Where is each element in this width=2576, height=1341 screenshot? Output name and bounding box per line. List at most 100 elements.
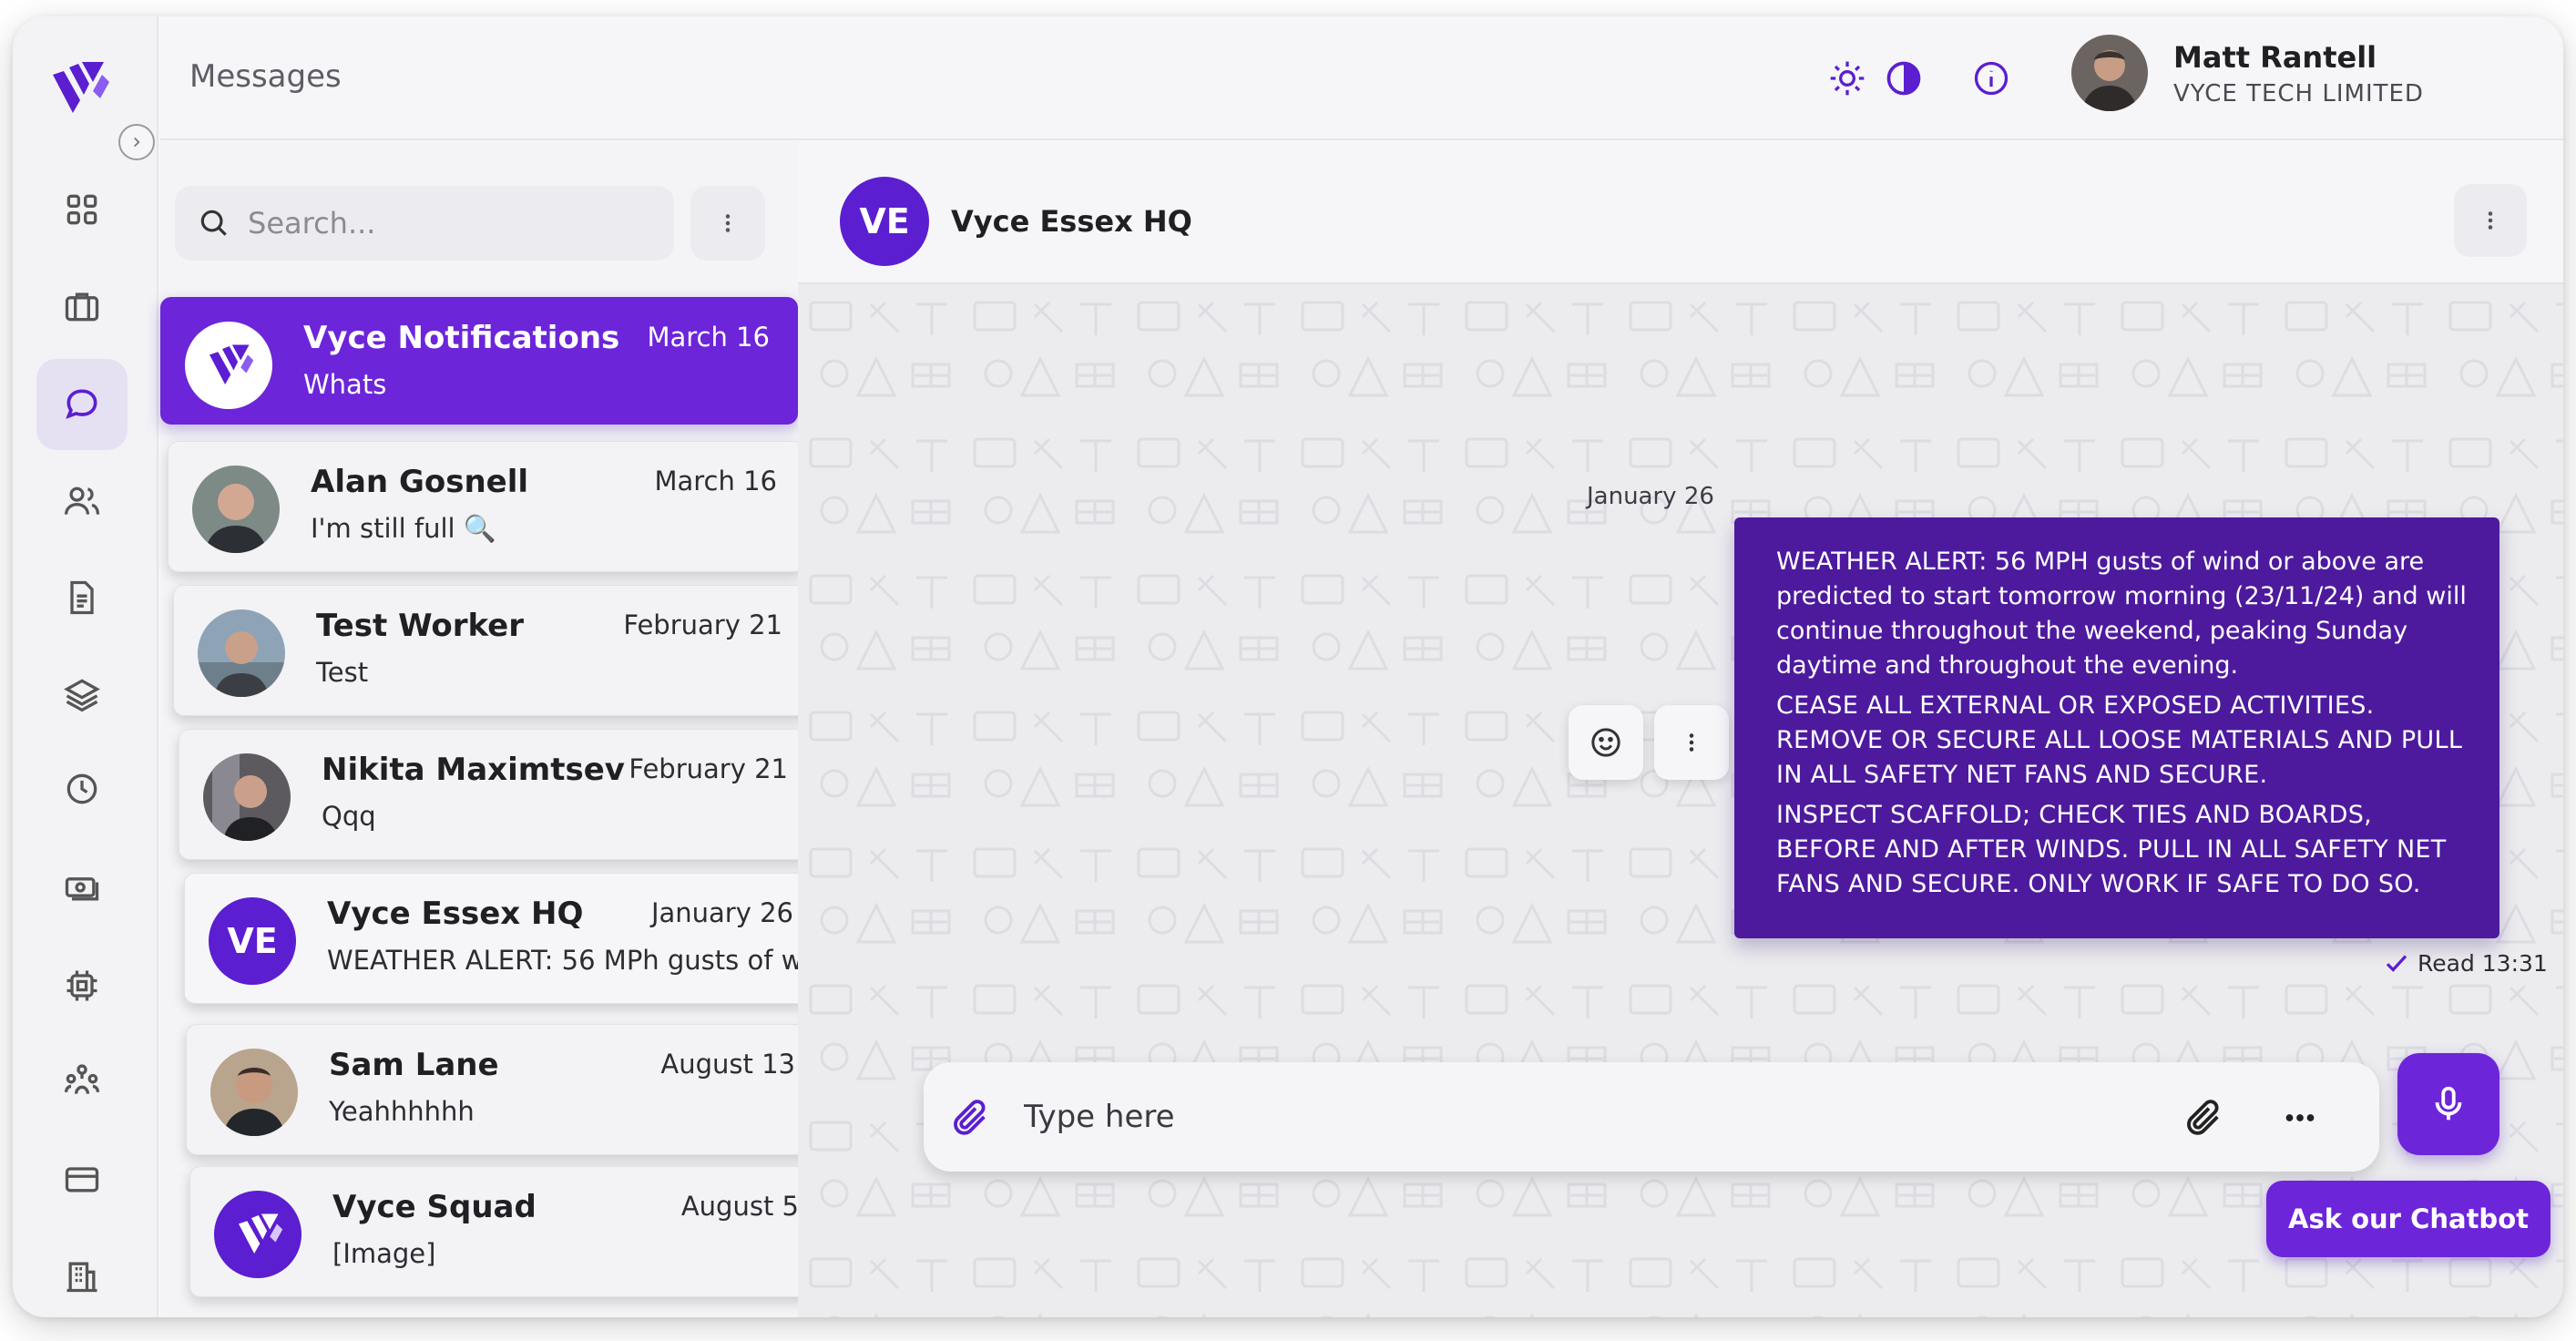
paperclip-icon	[954, 1100, 986, 1135]
sidebar-item-jobs[interactable]	[36, 261, 128, 352]
message-composer	[924, 1062, 2379, 1172]
cash-icon	[65, 877, 99, 901]
react-button[interactable]	[1569, 705, 1643, 780]
conversation-preview: I'm still full 🔍	[311, 513, 496, 544]
conversation-preview: Test	[316, 657, 369, 688]
chat-title: Vyce Essex HQ	[951, 204, 1192, 239]
page-title: Messages	[189, 58, 342, 95]
chat-bubble-icon	[66, 389, 97, 419]
conversation-avatar	[214, 1191, 302, 1278]
sidebar-item-integrations[interactable]	[36, 940, 128, 1031]
info-icon	[1974, 61, 2009, 96]
conversation-item[interactable]: Vyce Squad [Image] August 5	[189, 1166, 827, 1297]
user-avatar[interactable]	[2071, 35, 2148, 111]
clock-icon	[66, 773, 97, 804]
message-paragraph: INSPECT SCAFFOLD; CHECK TIES AND BOARDS,…	[1776, 801, 2447, 898]
document-icon	[70, 580, 94, 615]
message-bubble[interactable]: WEATHER ALERT: 56 MPH gusts of wind or a…	[1734, 517, 2499, 938]
conversation-avatar	[192, 466, 280, 553]
message-paragraph: WEATHER ALERT: 56 MPH gusts of wind or a…	[1776, 548, 2467, 680]
search-input[interactable]	[248, 206, 630, 241]
message-input[interactable]	[1024, 1093, 2117, 1141]
attach-file-button[interactable]	[2181, 1095, 2226, 1141]
sidebar-item-team[interactable]	[36, 456, 128, 547]
sidebar-item-billing[interactable]	[36, 1133, 128, 1224]
read-status-text: Read 13:31	[2418, 949, 2548, 977]
more-options-button[interactable]	[2277, 1095, 2323, 1141]
conversation-preview: WEATHER ALERT: 56 MPh gusts of wi...	[327, 945, 801, 976]
conversation-date: February 21	[623, 609, 782, 640]
conversation-avatar	[198, 609, 285, 697]
sidebar-item-company[interactable]	[36, 1230, 128, 1317]
message-paragraph: CEASE ALL EXTERNAL OR EXPOSED ACTIVITIES…	[1776, 691, 2463, 789]
read-receipt: Read 13:31	[2383, 949, 2548, 977]
attach-button[interactable]	[947, 1095, 993, 1141]
more-vertical-icon	[2488, 211, 2493, 230]
info-button[interactable]	[1969, 56, 2013, 100]
credit-card-icon	[65, 1167, 99, 1193]
chat-options-button[interactable]	[2454, 184, 2527, 257]
sidebar-collapse-button[interactable]	[118, 124, 155, 160]
sidebar-rail	[13, 16, 158, 1317]
conversation-name: Vyce Essex HQ	[327, 896, 584, 932]
user-company: VYCE TECH LIMITED	[2173, 80, 2424, 107]
sidebar-item-layers[interactable]	[36, 649, 128, 740]
chat-avatar: VE	[840, 177, 929, 266]
microphone-icon	[2435, 1086, 2462, 1121]
app-window: Messages Matt Rantell VYCE TECH LIMITED	[13, 16, 2563, 1317]
chat-pane: VE Vyce Essex HQ January 26 WEATHER ALER…	[798, 142, 2563, 1317]
sidebar-item-organisation[interactable]	[36, 1035, 128, 1126]
sidebar-item-messages[interactable]	[36, 359, 128, 450]
conversation-name: Nikita Maximtsev	[322, 752, 625, 788]
chat-header: VE Vyce Essex HQ	[798, 142, 2563, 284]
conversation-date: August 5	[680, 1191, 799, 1222]
date-separator: January 26	[1587, 483, 1714, 510]
list-options-button[interactable]	[690, 186, 765, 261]
contrast-button[interactable]	[1882, 56, 1926, 100]
more-horizontal-icon	[2285, 1114, 2315, 1121]
conversation-preview: Yeahhhhhh	[329, 1096, 475, 1127]
conversation-avatar	[203, 753, 291, 841]
conversation-preview: [Image]	[332, 1238, 436, 1269]
chevron-right-icon	[134, 137, 140, 148]
org-chart-icon	[64, 1064, 100, 1094]
contrast-icon	[1886, 61, 1921, 96]
conversation-date: January 26	[650, 897, 793, 928]
top-header: Messages Matt Rantell VYCE TECH LIMITED	[160, 16, 2563, 140]
conversation-preview: Whats	[303, 369, 387, 400]
vyce-logo-icon	[239, 1213, 283, 1254]
conversation-date: February 21	[629, 753, 788, 784]
sidebar-item-timesheets[interactable]	[36, 743, 128, 834]
search-icon	[200, 210, 227, 236]
smiley-icon	[1591, 728, 1620, 757]
voice-record-button[interactable]	[2397, 1053, 2499, 1155]
sidebar-item-payments[interactable]	[36, 842, 128, 933]
conversation-date: March 16	[654, 466, 777, 496]
conversation-item[interactable]: VE Vyce Essex HQ WEATHER ALERT: 56 MPh g…	[184, 873, 822, 1004]
conversation-item[interactable]: Vyce Notifications Whats March 16	[160, 297, 798, 425]
briefcase-icon	[65, 292, 99, 322]
more-vertical-icon	[725, 214, 731, 232]
sun-icon	[1830, 61, 1865, 96]
grid-icon	[66, 194, 97, 225]
sidebar-item-dashboard[interactable]	[36, 164, 128, 255]
conversation-item[interactable]: Test Worker Test February 21	[173, 585, 811, 716]
search-box[interactable]	[175, 186, 674, 261]
conversation-item[interactable]: Alan Gosnell I'm still full 🔍 March 16	[168, 441, 805, 572]
checkmark-icon	[2386, 955, 2407, 972]
ask-chatbot-button[interactable]: Ask our Chatbot	[2266, 1181, 2550, 1257]
conversation-avatar: VE	[209, 897, 296, 985]
conversation-item[interactable]: Nikita Maximtsev Qqq February 21	[179, 729, 816, 860]
paperclip-icon	[2187, 1100, 2219, 1135]
conversation-name: Test Worker	[316, 608, 525, 644]
vyce-logo[interactable]	[36, 47, 118, 129]
sidebar-item-documents[interactable]	[36, 552, 128, 643]
conversation-avatar	[185, 322, 272, 409]
conversation-name: Sam Lane	[329, 1047, 499, 1083]
conversation-item[interactable]: Sam Lane Yeahhhhhh August 13	[186, 1024, 823, 1155]
brightness-button[interactable]	[1825, 56, 1869, 100]
message-options-button[interactable]	[1654, 705, 1729, 780]
conversation-preview: Qqq	[322, 801, 376, 832]
conversation-name: Vyce Squad	[332, 1189, 537, 1225]
users-icon	[64, 486, 100, 515]
